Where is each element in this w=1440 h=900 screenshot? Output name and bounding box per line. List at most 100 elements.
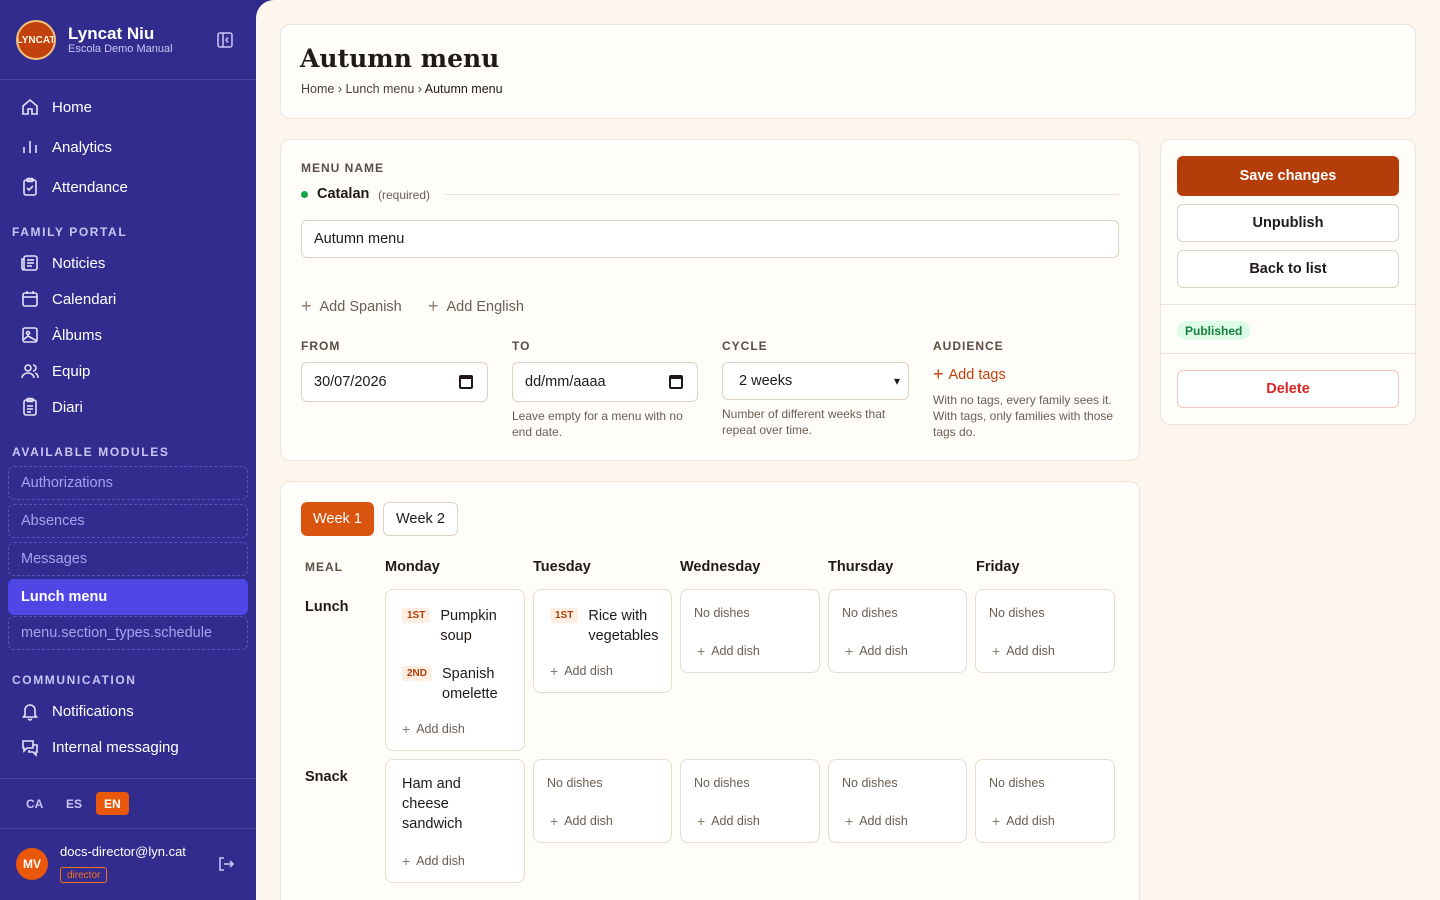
plus-icon: + [845, 813, 854, 829]
no-dishes-text: No dishes [842, 776, 898, 790]
sidebar-item-home[interactable]: Home [8, 90, 248, 124]
lunch-thursday-cell: No dishes + Add dish [828, 589, 967, 673]
back-to-list-button[interactable]: Back to list [1177, 250, 1399, 288]
dish-name: Ham and cheese sandwich [402, 776, 463, 832]
sidebar: LYNCAT Lyncat Niu Escola Demo Manual Hom… [0, 0, 256, 900]
cycle-help-text: Number of different weeks that repeat ov… [722, 407, 886, 437]
unpublish-button[interactable]: Unpublish [1177, 204, 1399, 242]
sidebar-item-analytics[interactable]: Analytics [8, 130, 248, 164]
module-lunch-menu[interactable]: Lunch menu [8, 579, 248, 615]
breadcrumb-current: Autumn menu [424, 82, 503, 96]
image-icon [20, 325, 40, 345]
calendar-icon[interactable] [459, 375, 473, 389]
brand-header: LYNCAT Lyncat Niu Escola Demo Manual [0, 0, 256, 80]
to-date-input[interactable]: dd/mm/aaaa [512, 362, 698, 402]
meal-lunch-label: Lunch [305, 599, 349, 615]
day-header-friday: Friday [976, 559, 1020, 575]
dish-item[interactable]: 2ND Spanish omelette [402, 664, 498, 704]
add-dish-button[interactable]: + Add dish [402, 853, 465, 869]
lunch-friday-cell: No dishes + Add dish [975, 589, 1115, 673]
breadcrumb-separator: › [417, 82, 422, 96]
lunch-tuesday-cell: 1ST Rice with vegetables + Add dish [533, 589, 672, 693]
required-note: (required) [378, 188, 431, 202]
language-catalan: Catalan [317, 186, 370, 202]
plus-icon: + [428, 296, 439, 316]
add-english-button[interactable]: + Add English [428, 296, 524, 317]
lang-ca-button[interactable]: CA [18, 792, 51, 815]
course-badge: 2ND [402, 666, 433, 681]
dish-name: Spanish omelette [442, 666, 498, 702]
dish-item[interactable]: 1ST Pumpkin soup [402, 606, 497, 646]
dish-item[interactable]: 1ST Rice with vegetables [550, 606, 658, 646]
dish-item[interactable]: Ham and cheese sandwich [402, 774, 462, 834]
plus-icon: + [845, 643, 854, 659]
breadcrumb-lunch-menu[interactable]: Lunch menu [345, 82, 414, 96]
add-dish-button[interactable]: + Add dish [992, 813, 1055, 829]
add-dish-button[interactable]: + Add dish [550, 813, 613, 829]
clipboard-check-icon [20, 177, 40, 197]
add-dish-button[interactable]: + Add dish [992, 643, 1055, 659]
plus-icon: + [301, 296, 312, 316]
sidebar-item-attendance[interactable]: Attendance [8, 170, 248, 204]
section-family-portal: FAMILY PORTAL [12, 225, 128, 239]
breadcrumb-separator: › [337, 82, 342, 96]
sidebar-item-label: Diari [52, 398, 83, 416]
sidebar-item-albums[interactable]: Àlbums [8, 318, 248, 352]
breadcrumb-home[interactable]: Home [301, 82, 334, 96]
snack-monday-cell: Ham and cheese sandwich + Add dish [385, 759, 525, 883]
module-schedule[interactable]: menu.section_types.schedule [8, 616, 248, 650]
tab-week-2[interactable]: Week 2 [383, 502, 458, 536]
sidebar-item-equip[interactable]: Equip [8, 354, 248, 388]
sidebar-item-internal-messaging[interactable]: Internal messaging [8, 730, 248, 764]
page-title: Autumn menu [300, 44, 500, 73]
add-tags-button[interactable]: + Add tags [933, 364, 1006, 385]
collapse-sidebar-icon[interactable] [216, 31, 234, 49]
breadcrumb: Home › Lunch menu › Autumn menu [301, 82, 503, 96]
menu-name-input[interactable]: Autumn menu [301, 220, 1119, 258]
cycle-select[interactable]: 2 weeks ▾ [722, 362, 909, 400]
meal-snack-label: Snack [305, 769, 348, 785]
brand-logo: LYNCAT [16, 20, 56, 60]
calendar-icon[interactable] [669, 375, 683, 389]
bell-icon [20, 701, 40, 721]
add-dish-button[interactable]: + Add dish [845, 813, 908, 829]
sidebar-item-label: Noticies [52, 254, 106, 272]
snack-tuesday-cell: No dishes + Add dish [533, 759, 672, 843]
no-dishes-text: No dishes [547, 776, 603, 790]
add-dish-button[interactable]: + Add dish [697, 813, 760, 829]
save-changes-button[interactable]: Save changes [1177, 156, 1399, 196]
lang-en-button[interactable]: EN [96, 792, 129, 815]
brand-name: Lyncat Niu [68, 24, 155, 43]
no-dishes-text: No dishes [989, 606, 1045, 620]
snack-friday-cell: No dishes + Add dish [975, 759, 1115, 843]
module-authorizations[interactable]: Authorizations [8, 466, 248, 500]
sidebar-item-notifications[interactable]: Notifications [8, 694, 248, 728]
tab-week-1[interactable]: Week 1 [301, 502, 374, 536]
lang-es-button[interactable]: ES [58, 792, 90, 815]
day-header-monday: Monday [385, 559, 440, 575]
sidebar-item-calendari[interactable]: Calendari [8, 282, 248, 316]
add-dish-button[interactable]: + Add dish [550, 663, 613, 679]
sidebar-item-label: Attendance [52, 178, 128, 196]
sidebar-item-noticies[interactable]: Noticies [8, 246, 248, 280]
delete-button[interactable]: Delete [1177, 370, 1399, 408]
sidebar-item-label: Notifications [52, 702, 134, 720]
module-absences[interactable]: Absences [8, 504, 248, 538]
plus-icon: + [550, 663, 559, 679]
module-messages[interactable]: Messages [8, 542, 248, 576]
plus-icon: + [992, 813, 1001, 829]
add-spanish-button[interactable]: + Add Spanish [301, 296, 402, 317]
sidebar-item-label: Equip [52, 362, 91, 380]
sidebar-item-diari[interactable]: Diari [8, 390, 248, 424]
from-date-input[interactable]: 30/07/2026 [301, 362, 488, 402]
add-dish-button[interactable]: + Add dish [402, 721, 465, 737]
add-dish-button[interactable]: + Add dish [845, 643, 908, 659]
lunch-wednesday-cell: No dishes + Add dish [680, 589, 820, 673]
calendar-icon [20, 289, 40, 309]
logout-icon[interactable] [217, 855, 235, 873]
add-dish-button[interactable]: + Add dish [697, 643, 760, 659]
section-available-modules: AVAILABLE MODULES [12, 445, 170, 459]
avatar[interactable]: MV [16, 848, 48, 880]
snack-wednesday-cell: No dishes + Add dish [680, 759, 820, 843]
user-email: docs-director@lyn.cat [60, 844, 186, 859]
